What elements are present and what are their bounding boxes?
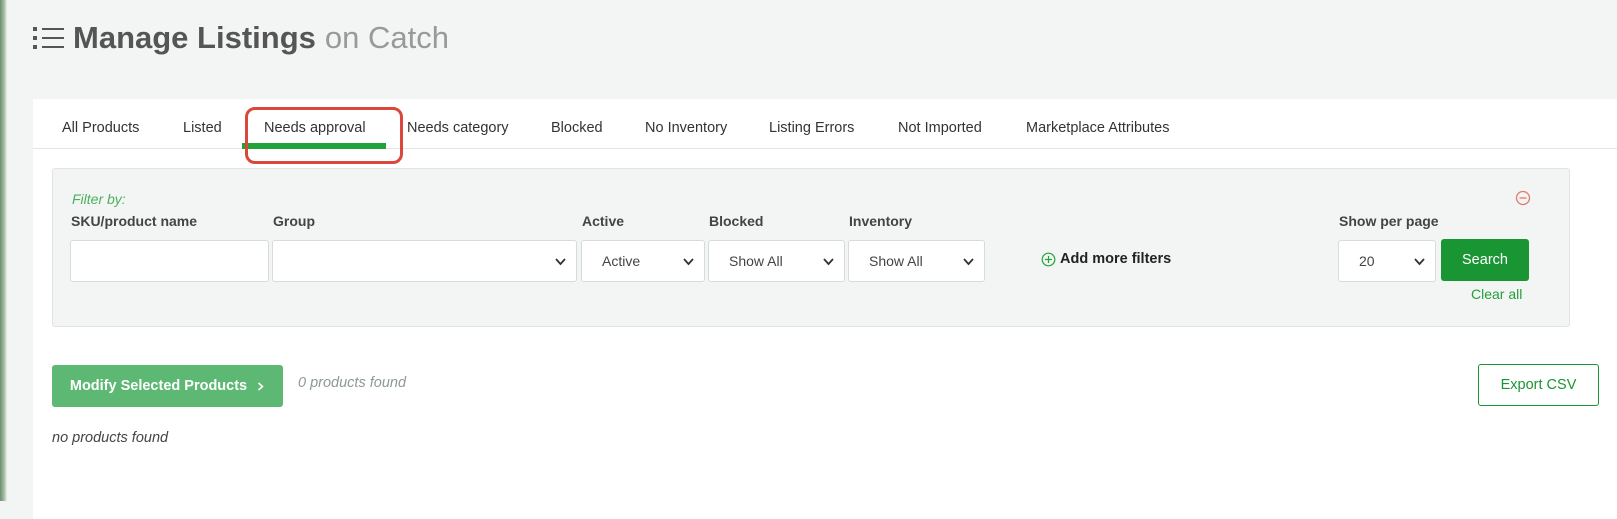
sku-label: SKU/product name	[71, 213, 198, 229]
add-more-filters-button[interactable]: Add more filters	[1041, 251, 1171, 267]
tab-needs-approval[interactable]: Needs approval	[242, 99, 386, 149]
filter-by-label: Filter by:	[72, 191, 126, 207]
blocked-label: Blocked	[709, 213, 764, 229]
chevron-down-icon	[963, 258, 974, 266]
group-label: Group	[273, 213, 315, 229]
empty-state-text: no products found	[52, 430, 169, 446]
export-csv-button[interactable]: Export CSV	[1478, 364, 1599, 406]
tab-no-inventory[interactable]: No Inventory	[645, 99, 727, 149]
add-more-filters-label: Add more filters	[1060, 251, 1172, 267]
tab-needs-category[interactable]: Needs category	[407, 99, 509, 149]
per-page-select[interactable]: 20	[1338, 240, 1436, 282]
modify-selected-label: Modify Selected Products	[69, 378, 248, 394]
tab-all-products[interactable]: All Products	[62, 99, 139, 149]
group-select[interactable]	[272, 240, 577, 282]
products-found-count: 0 products found	[298, 375, 407, 391]
tab-bar: All Products Listed Needs approval Needs…	[33, 99, 1617, 149]
per-page-select-value: 20	[1359, 253, 1375, 269]
inventory-label: Inventory	[849, 213, 913, 229]
active-select[interactable]: Active	[581, 240, 705, 282]
page-title: Manage Listings	[73, 20, 316, 55]
filter-box: Filter by: SKU/product name Group Active…	[52, 168, 1570, 327]
tab-not-imported[interactable]: Not Imported	[898, 99, 982, 149]
blocked-select-value: Show All	[729, 253, 783, 269]
chevron-right-icon	[258, 381, 264, 391]
list-icon	[33, 27, 64, 49]
chevron-down-icon	[1414, 258, 1425, 266]
plus-circle-icon	[1041, 252, 1056, 266]
tab-marketplace-attributes[interactable]: Marketplace Attributes	[1026, 99, 1169, 149]
tab-listed[interactable]: Listed	[183, 99, 222, 149]
blocked-select[interactable]: Show All	[708, 240, 845, 282]
search-button[interactable]: Search	[1441, 239, 1529, 281]
modify-selected-products-button[interactable]: Modify Selected Products	[52, 365, 283, 407]
chevron-down-icon	[823, 258, 834, 266]
page-header: Manage Listings on Catch	[33, 18, 449, 58]
tab-listing-errors[interactable]: Listing Errors	[769, 99, 854, 149]
left-edge-strip	[0, 0, 7, 501]
active-select-value: Active	[602, 253, 641, 269]
active-label: Active	[582, 213, 625, 229]
chevron-down-icon	[683, 258, 694, 266]
collapse-filters-icon[interactable]	[1515, 190, 1531, 206]
tab-blocked[interactable]: Blocked	[551, 99, 603, 149]
per-page-label: Show per page	[1339, 213, 1439, 229]
sku-input[interactable]	[70, 240, 269, 282]
clear-all-link[interactable]: Clear all	[1471, 286, 1522, 302]
page-subtitle: on Catch	[324, 20, 449, 55]
inventory-select-value: Show All	[869, 253, 923, 269]
inventory-select[interactable]: Show All	[848, 240, 985, 282]
chevron-down-icon	[555, 258, 566, 266]
